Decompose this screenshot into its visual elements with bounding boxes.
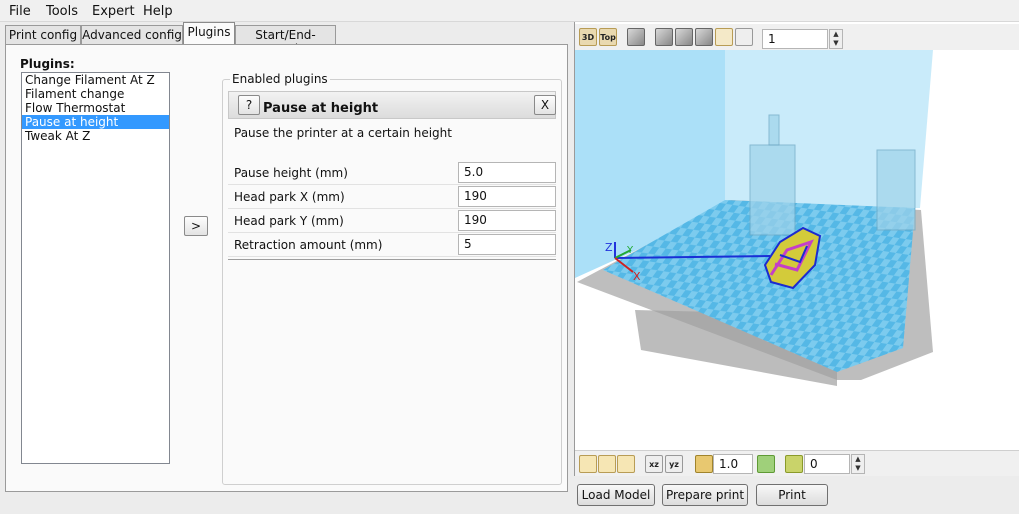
tab-print-config[interactable]: Print config bbox=[5, 25, 81, 45]
layer-input[interactable]: 1 bbox=[762, 29, 828, 49]
rotate-z-icon[interactable] bbox=[617, 455, 635, 473]
plugin-panel-pause-at-height: ? Pause at height X Pause the printer at… bbox=[228, 91, 556, 260]
axis-x-label: X bbox=[633, 270, 641, 283]
plugins-title: Plugins: bbox=[20, 57, 75, 71]
print-button[interactable]: Print bbox=[756, 484, 828, 506]
plugin-item-change-filament-at-z[interactable]: Change Filament At Z bbox=[22, 73, 169, 87]
view-mode-transparent-icon[interactable] bbox=[675, 28, 693, 46]
head-park-y-input[interactable]: 190 bbox=[458, 210, 556, 231]
mirror-yz-icon[interactable]: yz bbox=[665, 455, 683, 473]
prepare-print-button[interactable]: Prepare print bbox=[662, 484, 748, 506]
plugins-tab-pane: Plugins: Change Filament At Z Filament c… bbox=[5, 44, 568, 492]
view-mode-xray-icon[interactable] bbox=[695, 28, 713, 46]
plugin-remove-button[interactable]: X bbox=[534, 95, 556, 115]
plugin-description: Pause the printer at a certain height bbox=[234, 126, 452, 140]
param-row: Retraction amount (mm) 5 bbox=[228, 233, 556, 257]
rotate-x-icon[interactable] bbox=[579, 455, 597, 473]
view-toolbar: 3D Top 1 ▲ ▼ bbox=[575, 24, 1019, 50]
mirror-xz-icon[interactable]: xz bbox=[645, 455, 663, 473]
param-label: Head park Y (mm) bbox=[234, 214, 344, 228]
axis-y-label: Y bbox=[626, 245, 634, 256]
tab-plugins[interactable]: Plugins bbox=[183, 22, 235, 44]
rotate-y-icon[interactable] bbox=[598, 455, 616, 473]
print-bed-3d-view[interactable]: Z Y X bbox=[575, 50, 1019, 450]
view-top-icon[interactable]: Top bbox=[599, 28, 617, 46]
rotate-icon[interactable] bbox=[785, 455, 803, 473]
action-buttons: Load Model Prepare print Print bbox=[574, 478, 1019, 514]
enabled-plugins-legend: Enabled plugins bbox=[230, 72, 330, 86]
retraction-amount-input[interactable]: 5 bbox=[458, 234, 556, 255]
layer-spinner-arrows[interactable]: ▲ ▼ bbox=[829, 29, 843, 49]
plugin-item-flow-thermostat[interactable]: Flow Thermostat bbox=[22, 101, 169, 115]
param-label: Retraction amount (mm) bbox=[234, 238, 383, 252]
plugins-list[interactable]: Change Filament At Z Filament change Flo… bbox=[21, 72, 170, 464]
view-mode-list-icon[interactable] bbox=[735, 28, 753, 46]
plugin-panel-header: ? Pause at height X bbox=[228, 91, 556, 119]
scale-input[interactable]: 1.0 bbox=[713, 454, 753, 474]
config-area: Print config Advanced config Plugins Sta… bbox=[0, 22, 572, 514]
param-label: Head park X (mm) bbox=[234, 190, 345, 204]
add-plugin-button[interactable]: > bbox=[184, 216, 208, 236]
scale-icon[interactable] bbox=[695, 455, 713, 473]
menu-expert[interactable]: Expert bbox=[92, 4, 135, 19]
plugin-help-button[interactable]: ? bbox=[238, 95, 260, 115]
tab-start-end-gcode[interactable]: Start/End-GCode bbox=[235, 25, 336, 56]
view-bottom-toolbar: xz yz 1.0 0 ▲ ▼ bbox=[575, 450, 1019, 476]
plugin-item-filament-change[interactable]: Filament change bbox=[22, 87, 169, 101]
pause-height-input[interactable]: 5.0 bbox=[458, 162, 556, 183]
param-row: Head park Y (mm) 190 bbox=[228, 209, 556, 233]
param-row: Head park X (mm) 190 bbox=[228, 185, 556, 209]
view-mode-normal-icon[interactable] bbox=[627, 28, 645, 46]
preview-3d-panel: 3D Top 1 ▲ ▼ Z Y X xz yz 1.0 0 ▲ ▼ bbox=[574, 22, 1019, 476]
load-model-button[interactable]: Load Model bbox=[577, 484, 655, 506]
view-mode-layers-icon[interactable] bbox=[715, 28, 733, 46]
tab-advanced-config[interactable]: Advanced config bbox=[81, 25, 183, 45]
rotate-spinner-arrows[interactable]: ▲ ▼ bbox=[851, 454, 865, 474]
view-3d-icon[interactable]: 3D bbox=[579, 28, 597, 46]
divider bbox=[228, 259, 556, 260]
rotate-input[interactable]: 0 bbox=[804, 454, 850, 474]
menu-file[interactable]: File bbox=[9, 4, 31, 19]
menu-help[interactable]: Help bbox=[143, 4, 173, 19]
head-park-x-input[interactable]: 190 bbox=[458, 186, 556, 207]
axis-z-label: Z bbox=[605, 241, 613, 254]
scale-max-icon[interactable] bbox=[757, 455, 775, 473]
view-mode-overhang-icon[interactable] bbox=[655, 28, 673, 46]
param-row: Pause height (mm) 5.0 bbox=[228, 161, 556, 185]
plugin-item-pause-at-height[interactable]: Pause at height bbox=[22, 115, 169, 129]
menu-bar: File Tools Expert Help bbox=[0, 0, 1019, 22]
menu-tools[interactable]: Tools bbox=[46, 4, 78, 19]
plugin-item-tweak-at-z[interactable]: Tweak At Z bbox=[22, 129, 169, 143]
plugin-name: Pause at height bbox=[263, 101, 379, 116]
printer-frame-right bbox=[876, 149, 916, 231]
printer-frame-left bbox=[749, 144, 796, 236]
param-label: Pause height (mm) bbox=[234, 166, 348, 180]
